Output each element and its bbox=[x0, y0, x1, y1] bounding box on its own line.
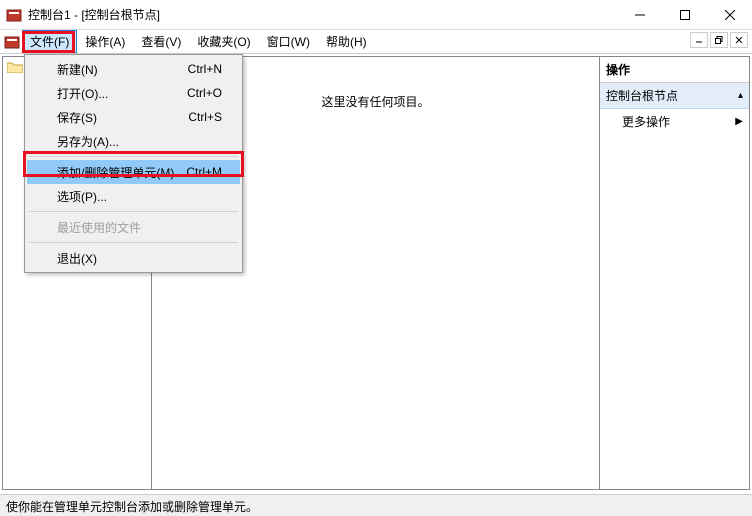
minimize-button[interactable] bbox=[617, 1, 662, 29]
menu-item-add-remove-snapin[interactable]: 添加/删除管理单元(M)... Ctrl+M bbox=[27, 160, 240, 184]
menu-item-saveas[interactable]: 另存为(A)... bbox=[27, 129, 240, 153]
menu-view[interactable]: 查看(V) bbox=[133, 30, 189, 53]
actions-pane-title: 操作 bbox=[600, 57, 749, 83]
mdi-minimize-button[interactable] bbox=[690, 32, 708, 48]
menu-item-exit[interactable]: 退出(X) bbox=[27, 246, 240, 270]
menu-window[interactable]: 窗口(W) bbox=[259, 30, 318, 53]
mdi-controls bbox=[690, 32, 748, 48]
mdi-restore-button[interactable] bbox=[710, 32, 728, 48]
maximize-button[interactable] bbox=[662, 1, 707, 29]
menu-separator bbox=[29, 242, 238, 243]
menubar: 文件(F) 操作(A) 查看(V) 收藏夹(O) 窗口(W) 帮助(H) bbox=[0, 30, 752, 54]
actions-pane: 操作 控制台根节点 ▴ 更多操作 ▶ bbox=[600, 56, 750, 490]
mmc-doc-icon bbox=[4, 34, 20, 50]
chevron-right-icon: ▶ bbox=[735, 116, 743, 127]
file-menu-dropdown: 新建(N) Ctrl+N 打开(O)... Ctrl+O 保存(S) Ctrl+… bbox=[24, 54, 243, 273]
menu-help[interactable]: 帮助(H) bbox=[318, 30, 375, 53]
menu-item-options[interactable]: 选项(P)... bbox=[27, 184, 240, 208]
status-text: 使你能在管理单元控制台添加或删除管理单元。 bbox=[6, 500, 258, 514]
menu-item-new[interactable]: 新建(N) Ctrl+N bbox=[27, 57, 240, 81]
close-button[interactable] bbox=[707, 1, 752, 29]
actions-group-label: 控制台根节点 bbox=[606, 87, 678, 104]
menu-file[interactable]: 文件(F) bbox=[22, 30, 77, 53]
menu-separator bbox=[29, 211, 238, 212]
mdi-close-button[interactable] bbox=[730, 32, 748, 48]
mmc-app-icon bbox=[6, 7, 22, 23]
menu-item-open[interactable]: 打开(O)... Ctrl+O bbox=[27, 81, 240, 105]
menu-action[interactable]: 操作(A) bbox=[77, 30, 133, 53]
menu-favorites[interactable]: 收藏夹(O) bbox=[189, 30, 258, 53]
collapse-icon: ▴ bbox=[738, 90, 743, 101]
actions-more[interactable]: 更多操作 ▶ bbox=[600, 109, 749, 134]
menu-item-save[interactable]: 保存(S) Ctrl+S bbox=[27, 105, 240, 129]
empty-message: 这里没有任何项目。 bbox=[321, 93, 429, 110]
menu-separator bbox=[29, 156, 238, 157]
menu-item-recent: 最近使用的文件 bbox=[27, 215, 240, 239]
titlebar: 控制台1 - [控制台根节点] bbox=[0, 0, 752, 30]
window-title: 控制台1 - [控制台根节点] bbox=[28, 6, 617, 23]
status-bar: 使你能在管理单元控制台添加或删除管理单元。 bbox=[0, 494, 752, 516]
actions-more-label: 更多操作 bbox=[622, 113, 670, 130]
actions-group-root[interactable]: 控制台根节点 ▴ bbox=[600, 83, 749, 109]
folder-icon bbox=[7, 61, 23, 73]
